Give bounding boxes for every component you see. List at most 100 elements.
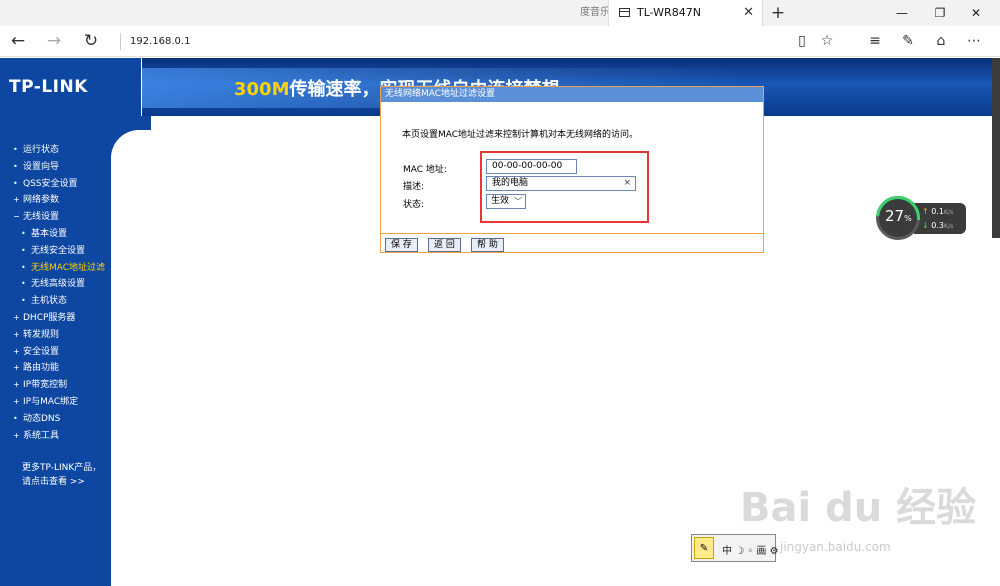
menu-bullet-icon: + — [13, 396, 20, 406]
sidebar-item-label: IP与MAC绑定 — [23, 396, 79, 407]
tab-close-icon[interactable]: ✕ — [743, 0, 754, 26]
sidebar-item[interactable]: • 主机状态 — [13, 293, 111, 310]
usage-percent-sign: % — [904, 214, 912, 223]
form-title: 无线网络MAC地址过滤设置 — [381, 87, 763, 102]
share-icon[interactable]: ⌂ — [930, 26, 952, 57]
sidebar-item[interactable]: + 路由功能 — [13, 360, 111, 377]
browser-titlebar: 度音乐 TL-WR847N ✕ + — ❐ ✕ — [0, 0, 1000, 26]
menu-bullet-icon: • — [21, 245, 26, 255]
more-products-link[interactable]: 更多TP-LINK产品， 请点击查看 >> — [22, 461, 101, 489]
sidebar-item[interactable]: • 无线高级设置 — [13, 276, 111, 293]
tab-active[interactable]: TL-WR847N ✕ — [608, 0, 763, 26]
sidebar-item[interactable]: + 转发规则 — [13, 327, 111, 344]
menu-bullet-icon: • — [13, 413, 18, 423]
form-description: 本页设置MAC地址过滤来控制计算机对本无线网络的访问。 — [402, 130, 639, 140]
menu-bullet-icon: • — [21, 279, 26, 289]
download-value: 0.3 — [931, 221, 944, 230]
save-button[interactable]: 保 存 — [385, 238, 418, 252]
tab-title: TL-WR847N — [637, 6, 701, 19]
hub-menu-icon[interactable]: ≡ — [864, 26, 886, 57]
sidebar-menu: • 运行状态 • 设置向导 • QSS安全设置 + 网络参数 − 无线设置 • 基本设置 • 无线安全设置… — [13, 142, 111, 444]
forward-icon[interactable]: → — [42, 26, 66, 57]
sidebar-item-label: 网络参数 — [23, 195, 60, 206]
ime-toolbar[interactable]: ✎ 中 ☽ ◦ 画 ⚙ — [691, 534, 779, 562]
sidebar-item[interactable]: • 无线安全设置 — [13, 243, 111, 260]
menu-bullet-icon: + — [13, 312, 20, 322]
download-unit: K/s — [943, 223, 954, 230]
baidu-watermark: Bai du 经验 — [740, 485, 977, 531]
sidebar-item-label: 运行状态 — [23, 145, 60, 155]
reading-view-icon[interactable]: ▯ — [791, 26, 813, 57]
close-window-button[interactable]: ✕ — [962, 0, 990, 26]
menu-bullet-icon: − — [13, 212, 20, 222]
sidebar-item-label: 无线设置 — [23, 212, 60, 223]
watermark-url: jingyan.baidu.com — [780, 540, 891, 554]
sidebar-item-label: 系统工具 — [23, 430, 60, 441]
menu-bullet-icon: + — [13, 430, 20, 440]
tab-previous[interactable]: 度音乐 — [580, 0, 608, 26]
sidebar-item[interactable]: + IP带宽控制 — [13, 377, 111, 394]
page-icon — [619, 8, 630, 17]
scrollbar-track-dark — [992, 58, 1000, 238]
usage-percent: 27% — [885, 207, 912, 225]
speed-panel: ↑ 0.1 K/s ↓ 0.3K/s — [914, 203, 966, 234]
mac-filter-form: 无线网络MAC地址过滤设置 本页设置MAC地址过滤来控制计算机对本无线网络的访问… — [380, 86, 764, 253]
usage-percent-value: 27 — [885, 207, 905, 225]
logo-area: TP-LINK — [0, 58, 141, 116]
mac-address-label: MAC 地址: — [403, 165, 447, 175]
sidebar-item[interactable]: • 动态DNS — [13, 411, 111, 428]
sidebar-item[interactable]: + DHCP服务器 — [13, 310, 111, 327]
new-tab-button[interactable]: + — [768, 0, 788, 26]
more-products-line1: 更多TP-LINK产品， — [22, 463, 102, 473]
menu-bullet-icon: + — [13, 329, 20, 339]
sidebar-item-label: 设置向导 — [23, 161, 60, 172]
sidebar-item[interactable]: + 安全设置 — [13, 344, 111, 361]
sidebar-item-label: 动态DNS — [23, 413, 61, 424]
sidebar-item[interactable]: • 设置向导 — [13, 159, 111, 176]
sidebar-item-label: 无线安全设置 — [31, 245, 86, 256]
download-arrow-icon: ↓ — [922, 221, 929, 230]
help-button[interactable]: 帮 助 — [471, 238, 504, 252]
menu-bullet-icon: + — [13, 195, 20, 205]
sidebar-item-label: 无线MAC地址过滤 — [31, 262, 106, 273]
web-note-icon[interactable]: ✎ — [897, 26, 919, 57]
network-speed-widget[interactable]: ↑ 0.1 K/s ↓ 0.3K/s 27% — [867, 187, 966, 249]
sidebar-item-label: 路由功能 — [23, 363, 60, 374]
tp-link-logo: TP-LINK — [9, 77, 88, 97]
nav-divider — [120, 33, 121, 50]
upload-value: 0.1 — [931, 207, 944, 216]
highlight-box — [480, 151, 649, 223]
sidebar-item-label: 主机状态 — [31, 296, 68, 307]
sidebar-item[interactable]: + 网络参数 — [13, 192, 111, 209]
sidebar-item-label: 无线高级设置 — [31, 279, 86, 290]
sidebar-item[interactable]: • 无线MAC地址过滤 — [13, 260, 111, 277]
back-button[interactable]: 返 回 — [428, 238, 461, 252]
sidebar-item[interactable]: • 基本设置 — [13, 226, 111, 243]
back-icon[interactable]: ← — [6, 26, 30, 57]
sidebar-item[interactable]: • QSS安全设置 — [13, 176, 111, 193]
sidebar-item[interactable]: • 运行状态 — [13, 142, 111, 159]
menu-bullet-icon: + — [13, 380, 20, 390]
upload-arrow-icon: ↑ — [922, 207, 929, 216]
browser-navbar: ← → ↻ 192.168.0.1 ▯ ☆ ≡ ✎ ⌂ ⋯ — [0, 26, 1000, 57]
sidebar-item[interactable]: − 无线设置 — [13, 209, 111, 226]
sidebar-item[interactable]: + IP与MAC绑定 — [13, 394, 111, 411]
menu-bullet-icon: + — [13, 363, 20, 373]
menu-bullet-icon: • — [13, 178, 18, 188]
form-button-row: 保 存 返 回 帮 助 — [381, 233, 763, 253]
refresh-icon[interactable]: ↻ — [79, 26, 103, 57]
restore-button[interactable]: ❐ — [926, 0, 954, 26]
more-menu-icon[interactable]: ⋯ — [963, 26, 985, 57]
address-bar[interactable]: 192.168.0.1 — [130, 26, 190, 57]
download-speed: ↓ 0.3K/s — [922, 221, 953, 230]
minimize-button[interactable]: — — [888, 0, 916, 26]
sidebar-item[interactable]: + 系统工具 — [13, 428, 111, 445]
menu-bullet-icon: • — [13, 145, 18, 154]
more-products-line2: 请点击查看 >> — [22, 477, 85, 487]
menu-bullet-icon: • — [13, 161, 18, 171]
favorite-star-icon[interactable]: ☆ — [816, 26, 838, 57]
sidebar-item-label: 安全设置 — [23, 346, 60, 357]
menu-bullet-icon: + — [13, 346, 20, 356]
sidebar-item-label: QSS安全设置 — [23, 178, 78, 189]
sidebar-item-label: 转发规则 — [23, 329, 60, 340]
